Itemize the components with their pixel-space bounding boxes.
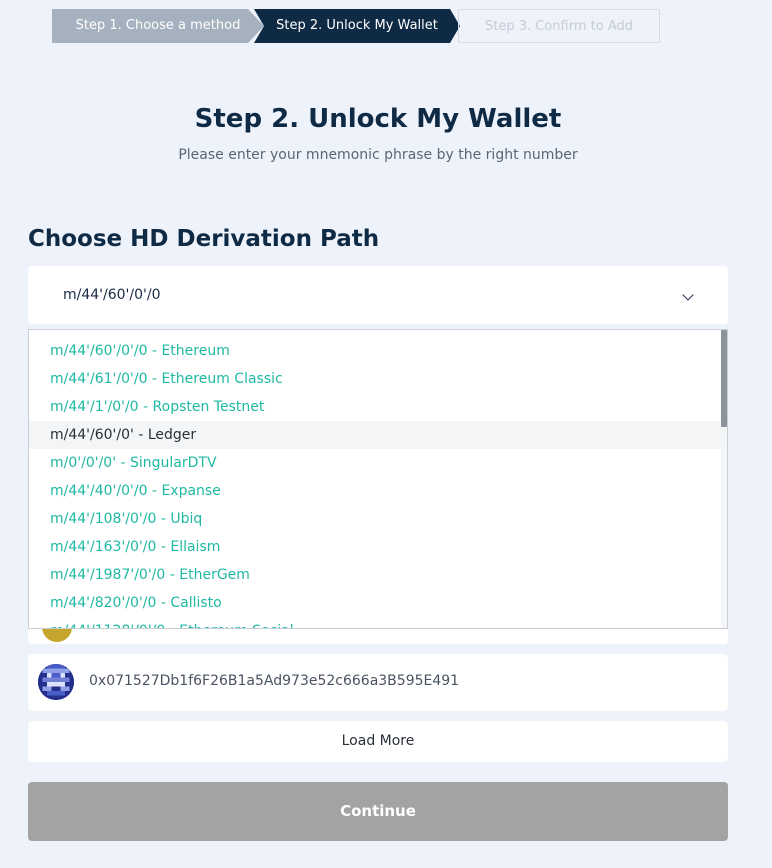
derivation-path-heading: Choose HD Derivation Path: [28, 226, 380, 252]
dropdown-option[interactable]: m/44'/820'/0'/0 - Callisto: [29, 589, 723, 617]
derivation-path-dropdown[interactable]: m/44'/60'/0'/0 - Ethereum m/44'/61'/0'/0…: [28, 329, 728, 629]
scrollbar-thumb[interactable]: [721, 330, 727, 427]
continue-button[interactable]: Continue: [28, 782, 728, 841]
dropdown-option[interactable]: m/44'/108'/0'/0 - Ubiq: [29, 505, 723, 533]
address-row[interactable]: 0x071527Db1f6F26B1a5Ad973e52c666a3B595E4…: [28, 654, 728, 711]
dropdown-option[interactable]: m/44'/1128'/0'/0 - Ethereum Social: [29, 617, 723, 628]
dropdown-scrollbar[interactable]: [721, 330, 727, 628]
page-subtitle: Please enter your mnemonic phrase by the…: [178, 147, 578, 163]
dropdown-option[interactable]: m/44'/163'/0'/0 - Ellaism: [29, 533, 723, 561]
dropdown-option[interactable]: m/44'/1'/0'/0 - Ropsten Testnet: [29, 393, 723, 421]
derivation-path-selected-value: m/44'/60'/0'/0: [63, 287, 161, 303]
dropdown-option[interactable]: m/44'/40'/0'/0 - Expanse: [29, 477, 723, 505]
dropdown-option-highlighted[interactable]: m/44'/60'/0' - Ledger: [29, 421, 723, 449]
dropdown-option[interactable]: m/44'/61'/0'/0 - Ethereum Classic: [29, 365, 723, 393]
stepper: Step 1. Choose a method Step 2. Unlock M…: [52, 9, 660, 43]
unlock-wallet-page: Step 1. Choose a method Step 2. Unlock M…: [0, 0, 772, 868]
derivation-path-select[interactable]: m/44'/60'/0'/0: [28, 266, 728, 324]
step-unlock-wallet: Step 2. Unlock My Wallet: [254, 9, 460, 43]
identicon-avatar: [38, 664, 74, 700]
page-title: Step 2. Unlock My Wallet: [194, 104, 562, 134]
dropdown-option[interactable]: m/44'/1987'/0'/0 - EtherGem: [29, 561, 723, 589]
load-more-button[interactable]: Load More: [28, 721, 728, 762]
step-choose-method[interactable]: Step 1. Choose a method: [52, 9, 264, 43]
wallet-address: 0x071527Db1f6F26B1a5Ad973e52c666a3B595E4…: [89, 673, 460, 689]
step-confirm-add: Step 3. Confirm to Add: [458, 9, 660, 43]
chevron-down-icon: [682, 289, 694, 301]
dropdown-option[interactable]: m/44'/60'/0'/0 - Ethereum: [29, 337, 723, 365]
dropdown-option[interactable]: m/0'/0'/0' - SingularDTV: [29, 449, 723, 477]
